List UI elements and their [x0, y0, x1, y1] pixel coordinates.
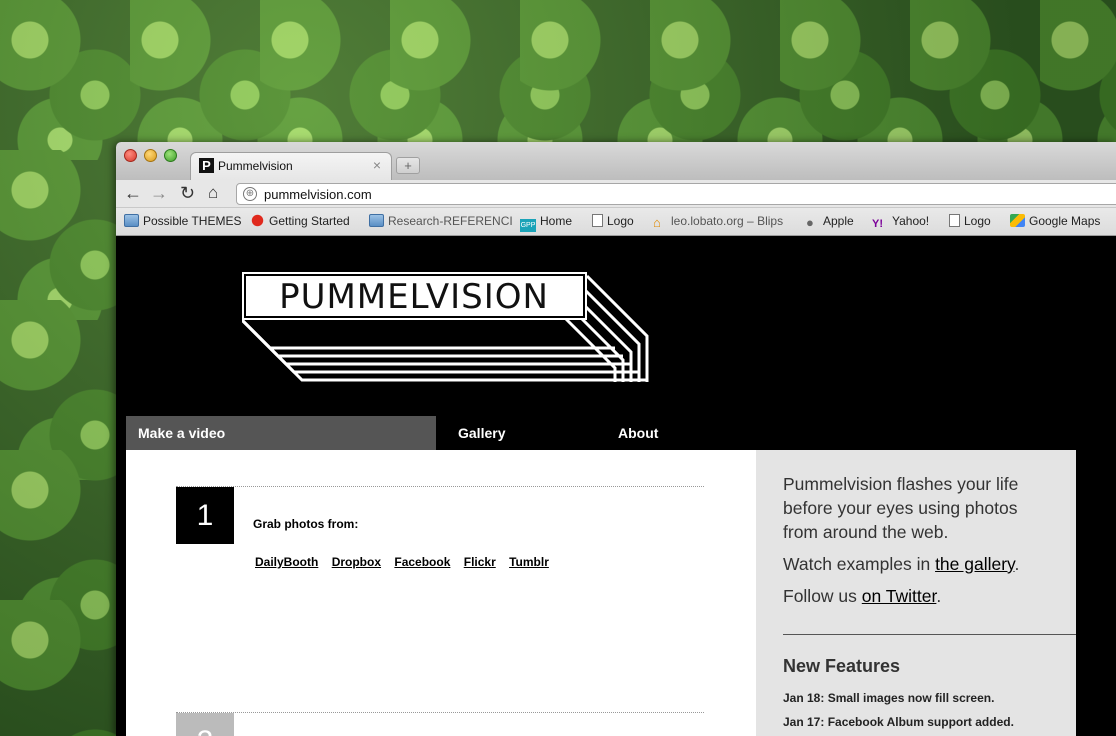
gallery-prefix: Watch examples in — [783, 554, 936, 574]
reload-icon[interactable]: ↻ — [180, 183, 195, 203]
step-number: 2 — [176, 713, 234, 736]
bookmark-item[interactable]: Logo — [592, 214, 634, 228]
nav-about[interactable]: About — [618, 416, 658, 450]
site-nav: Make a video Gallery About — [126, 416, 1076, 450]
browser-window: P Pummelvision × + ← → ↻ ⌂ ⊕ pummelvisio… — [116, 142, 1116, 736]
feature-item: Jan 18: Small images now fill screen. — [783, 691, 995, 705]
close-window-button[interactable] — [124, 149, 137, 162]
google-maps-icon — [1010, 214, 1025, 227]
page-icon — [949, 214, 960, 227]
title-bar: P Pummelvision × + — [116, 142, 1116, 180]
folder-icon — [124, 214, 139, 227]
bookmark-label: Google Maps — [1029, 214, 1101, 228]
bookmark-label: Apple — [823, 214, 854, 228]
step-1: 1 Grab photos from: DailyBooth Dropbox F… — [176, 486, 704, 626]
house-icon: ⌂ — [653, 215, 661, 230]
browser-tab[interactable]: P Pummelvision × — [190, 152, 392, 180]
bookmark-item[interactable]: Google Maps — [1010, 214, 1100, 228]
step-2: 2 — [176, 712, 704, 736]
bookmark-label: leo.lobato.org – Blips — [671, 214, 784, 228]
address-bar[interactable]: ⊕ pummelvision.com — [236, 183, 1116, 205]
twitter-link[interactable]: on Twitter — [862, 586, 937, 606]
bookmark-label: Research-REFERENCI — [388, 214, 513, 228]
folder-icon — [369, 214, 384, 227]
pummelvision-logo[interactable]: PUMMELVISION — [242, 272, 652, 382]
source-link-tumblr[interactable]: Tumblr — [509, 555, 549, 569]
page-icon — [592, 214, 603, 227]
feature-item: Jan 17: Facebook Album support added. — [783, 715, 1014, 729]
photo-sources: DailyBooth Dropbox Facebook Flickr Tumbl… — [255, 555, 559, 569]
web-page: PUMMELVISION Make a video Gallery About … — [116, 237, 1116, 736]
bookmark-item[interactable]: Getting Started — [250, 214, 350, 228]
minimize-window-button[interactable] — [144, 149, 157, 162]
forward-arrow-icon[interactable]: → — [150, 183, 168, 203]
gallery-link[interactable]: the gallery — [935, 554, 1014, 574]
bookmark-label: Getting Started — [269, 214, 350, 228]
apple-icon: ● — [806, 215, 814, 230]
bookmark-item[interactable]: Possible THEMES — [124, 214, 241, 228]
source-link-flickr[interactable]: Flickr — [464, 555, 496, 569]
sidebar-gallery-line: Watch examples in the gallery. — [783, 552, 1053, 576]
nav-make-video[interactable]: Make a video — [126, 416, 436, 450]
source-link-dailybooth[interactable]: DailyBooth — [255, 555, 318, 569]
bookmark-item[interactable]: ⌂ leo.lobato.org – Blips — [653, 214, 784, 230]
browser-toolbar: ← → ↻ ⌂ ⊕ pummelvision.com — [116, 180, 1116, 208]
twitter-prefix: Follow us — [783, 586, 862, 606]
source-link-dropbox[interactable]: Dropbox — [332, 555, 381, 569]
bookmark-label: Yahoo! — [892, 214, 930, 228]
bookmarks-bar: Possible THEMES Getting Started Research… — [116, 208, 1116, 236]
features-title: New Features — [783, 656, 901, 676]
bookmark-item[interactable]: Logo — [949, 214, 991, 228]
bookmark-label: Logo — [607, 214, 634, 228]
step-number: 1 — [176, 487, 234, 544]
bookmark-item[interactable]: Y! Yahoo! — [872, 214, 929, 231]
bookmark-label: Logo — [964, 214, 991, 228]
pummelvision-favicon-icon: P — [199, 158, 214, 173]
twitter-suffix: . — [936, 586, 942, 606]
divider — [783, 634, 1076, 635]
globe-icon: ⊕ — [243, 187, 257, 201]
home-icon[interactable]: ⌂ — [208, 183, 218, 203]
bookmark-item[interactable]: GPP Home — [520, 214, 572, 232]
sidebar-intro: Pummelvision flashes your life before yo… — [783, 474, 1019, 542]
url-text[interactable]: pummelvision.com — [264, 187, 372, 202]
logo-text: PUMMELVISION — [279, 277, 549, 317]
source-link-facebook[interactable]: Facebook — [394, 555, 450, 569]
yahoo-icon: Y! — [872, 218, 883, 230]
back-arrow-icon[interactable]: ← — [124, 183, 142, 203]
tab-title: Pummelvision — [218, 159, 293, 173]
sidebar: Pummelvision flashes your life before yo… — [756, 450, 1076, 736]
zoom-window-button[interactable] — [164, 149, 177, 162]
gpp-icon: GPP — [520, 219, 536, 232]
bookmark-item[interactable]: Research-REFERENCI — [369, 214, 513, 228]
main-content: 1 Grab photos from: DailyBooth Dropbox F… — [126, 450, 756, 736]
sidebar-twitter-line: Follow us on Twitter. — [783, 584, 1053, 608]
new-tab-button[interactable]: + — [396, 157, 420, 174]
step-label: Grab photos from: — [253, 517, 359, 531]
bookmark-label: Possible THEMES — [143, 214, 242, 228]
bookmark-item[interactable]: ● Apple — [806, 214, 854, 230]
bookmark-label: Home — [540, 214, 573, 228]
firefox-icon — [250, 214, 265, 227]
tab-close-icon[interactable]: × — [373, 157, 381, 173]
gallery-suffix: . — [1014, 554, 1020, 574]
nav-gallery[interactable]: Gallery — [458, 416, 505, 450]
